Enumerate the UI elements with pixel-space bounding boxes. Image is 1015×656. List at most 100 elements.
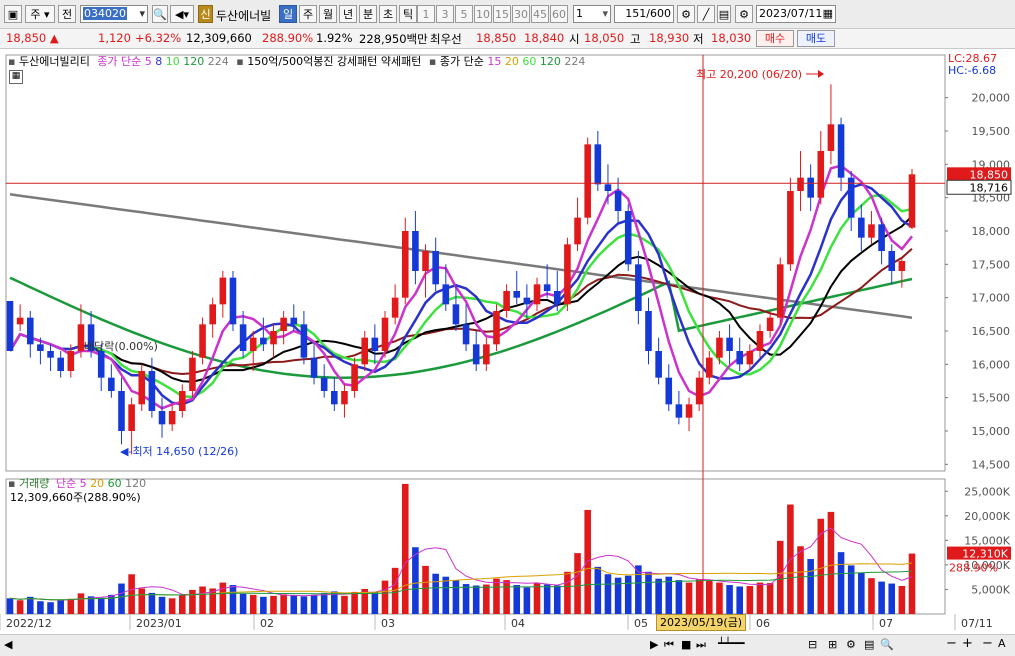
auto-scale-icon[interactable]: A: [998, 637, 1006, 650]
candle-body: [371, 337, 379, 351]
split-icon[interactable]: ⊞: [828, 638, 837, 651]
candle-body: [756, 331, 764, 351]
volume-bar: [614, 577, 622, 614]
candle-body: [797, 177, 804, 191]
period-tab[interactable]: 월: [319, 5, 337, 23]
chart-settings-icon[interactable]: ⚙: [677, 5, 695, 23]
chart-area[interactable]: 20,000 19,500 19,000 18,500 18,000 17,500 17,0…: [0, 49, 1015, 656]
page-counter[interactable]: 151/600: [614, 5, 674, 23]
candle-body: [67, 351, 75, 371]
period-tab[interactable]: 년: [339, 5, 357, 23]
candle-body: [47, 351, 54, 358]
volume-bar: [432, 573, 439, 614]
scroll-bar[interactable]: ◀ ▶ ⏮ ■ ⏭ ┷┷━━ ⊟ ⊞ ⚙ ▤ 🔍 − + − A: [0, 634, 1015, 656]
volume-tick-label: 15,000K: [964, 534, 1010, 547]
zoom-in-icon[interactable]: +: [962, 636, 973, 651]
price-legend: ▪ 두산에너빌리티 종가 단순 5 8 10 120 224 ▪ 150억/50…: [8, 53, 585, 69]
minus-icon[interactable]: −: [982, 636, 993, 651]
period-tab[interactable]: 틱: [399, 5, 417, 23]
volume-bar: [300, 596, 308, 614]
prev-button[interactable]: 전: [58, 5, 76, 23]
trend-tool-icon[interactable]: ╱: [697, 5, 715, 23]
speaker-icon[interactable]: ◀▾: [170, 5, 194, 23]
calendar-icon: ▦: [822, 7, 833, 20]
interval-tab[interactable]: 1: [417, 5, 435, 23]
stop-icon[interactable]: ■: [681, 638, 691, 651]
magnify-icon[interactable]: 🔍: [880, 638, 894, 651]
vol-ma5-line: [9, 527, 913, 601]
gear-icon[interactable]: ⚙: [735, 5, 753, 23]
buy-button[interactable]: 매수: [756, 30, 794, 47]
sell-button[interactable]: 매도: [797, 30, 835, 47]
layout-icon[interactable]: ⊟: [808, 638, 817, 651]
volume-bar: [310, 594, 318, 614]
candle-body: [310, 357, 318, 378]
count-input[interactable]: 1 ▾: [573, 5, 611, 23]
scroll-left-icon[interactable]: ◀: [4, 638, 12, 651]
candle-body: [209, 304, 216, 325]
volume-bar: [412, 547, 419, 614]
volume-bar: [158, 596, 166, 614]
candle-body: [553, 291, 561, 305]
count-value: 1: [576, 7, 583, 20]
interval-tab[interactable]: 15: [493, 5, 511, 23]
candle-body: [290, 317, 298, 325]
volume-ratio-text: 288.90%: [949, 562, 998, 575]
candle-body: [239, 324, 247, 351]
market-type-select[interactable]: 주 ▾: [25, 5, 55, 23]
x-axis-label: 04: [511, 617, 525, 630]
volume-bar: [483, 584, 490, 614]
next-page-icon[interactable]: ⏭: [696, 638, 706, 652]
interval-tab[interactable]: 5: [455, 5, 473, 23]
period-tab[interactable]: 일: [279, 5, 297, 23]
dropdown-arrow-icon: ▾: [602, 7, 608, 20]
legend-ma2-20: 20: [504, 55, 519, 68]
candle-body: [665, 377, 673, 405]
price-tick-label: 18,000: [972, 225, 1011, 238]
volume-bar: [422, 565, 429, 614]
interval-tab[interactable]: 45: [531, 5, 549, 23]
volume-bar: [594, 566, 602, 614]
interval-tab[interactable]: 3: [436, 5, 454, 23]
candle-body: [533, 284, 541, 305]
period-tab[interactable]: 주: [299, 5, 317, 23]
prev-page-icon[interactable]: ⏮: [664, 638, 674, 652]
zoom-out-icon[interactable]: −: [946, 636, 957, 651]
ma-long224-line: [9, 193, 913, 319]
legend-ma2-60: 60: [522, 55, 537, 68]
candle-body: [37, 344, 44, 351]
scroll-right-icon[interactable]: ▶: [650, 638, 658, 651]
interval-tab[interactable]: 10: [474, 5, 492, 23]
date-input[interactable]: 2023/07/11 ▦: [756, 5, 836, 23]
chart-window-icon[interactable]: ▣: [4, 5, 22, 23]
trade-amount: 228,950백만: [359, 32, 428, 46]
search-icon[interactable]: 🔍: [152, 5, 168, 23]
volume-bar: [67, 598, 75, 614]
legend-ma-10: 10: [165, 55, 180, 68]
volume-bar: [138, 588, 146, 614]
low-annotation: ◀-최저 14,650 (12/26): [120, 445, 239, 458]
legend-pattern: 150억/500억봉진 강세패턴 약세패턴: [247, 55, 422, 68]
candle-body: [716, 337, 723, 358]
interval-tab[interactable]: 30: [512, 5, 530, 23]
save-icon[interactable]: ▤: [717, 5, 731, 23]
candle-body: [381, 317, 389, 351]
grid-icon[interactable]: ▦: [9, 70, 23, 84]
volume-bar: [908, 553, 916, 614]
volume-bar: [624, 575, 632, 614]
candle-body: [513, 291, 521, 298]
low-label: 저: [693, 32, 704, 46]
candle-body: [503, 291, 510, 311]
candle-body: [817, 151, 825, 198]
legend-square-icon: ▪: [428, 55, 437, 68]
print-icon[interactable]: ▤: [864, 638, 874, 651]
settings-icon[interactable]: ⚙: [846, 638, 856, 651]
price-change: 1,120: [98, 31, 131, 45]
interval-tab[interactable]: 60: [550, 5, 568, 23]
period-tab[interactable]: 초: [379, 5, 397, 23]
volume-bar: [827, 511, 835, 614]
stock-code-input[interactable]: 034020 ▾: [80, 5, 148, 23]
volume-tick-label: 25,000K: [964, 485, 1010, 498]
period-tab[interactable]: 분: [359, 5, 377, 23]
zoom-slider[interactable]: ┷┷━━: [718, 637, 745, 650]
